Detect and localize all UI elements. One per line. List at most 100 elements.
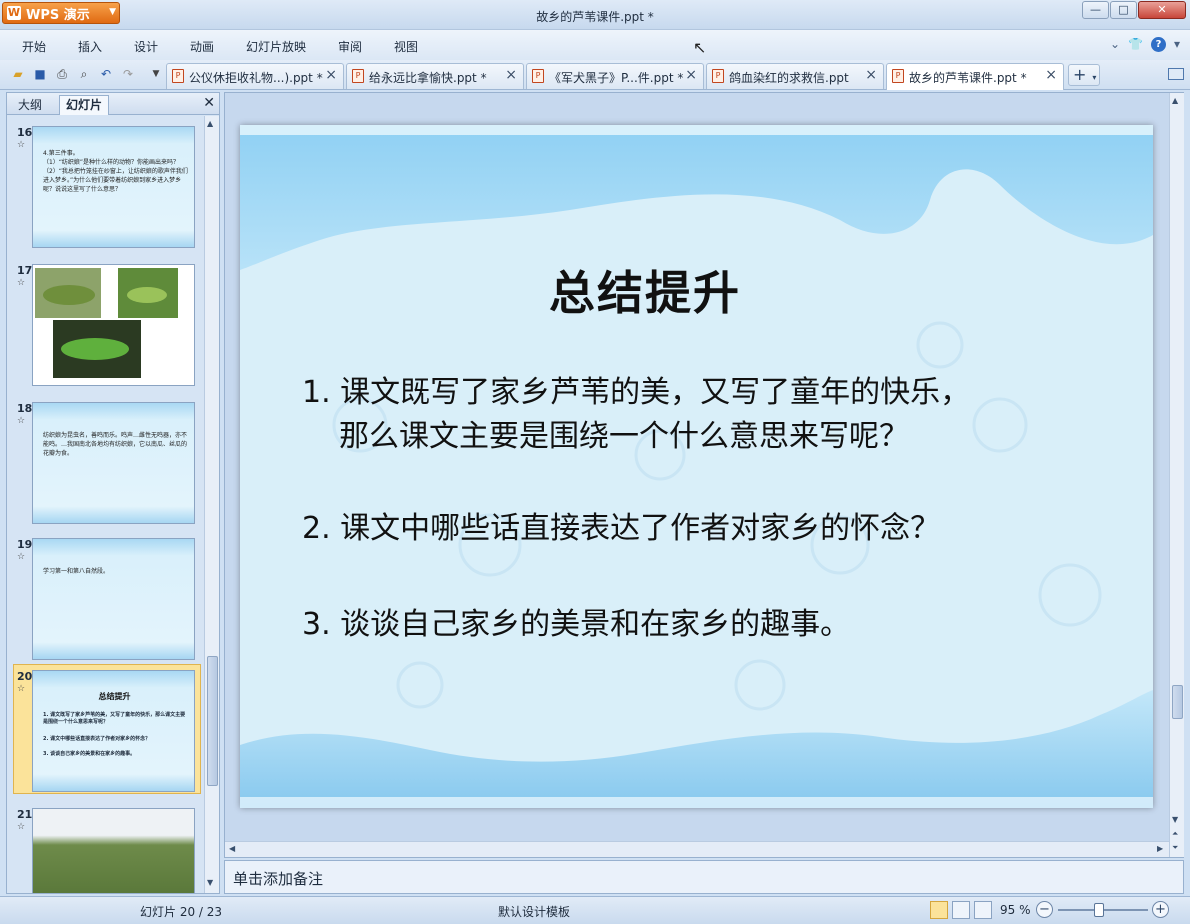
menu-animation[interactable]: 动画: [190, 38, 214, 55]
doc-tab-1[interactable]: P 公仪休拒收礼物...).ppt * ×: [166, 63, 344, 89]
question-2[interactable]: 2. 课文中哪些话直接表达了作者对家乡的怀念？: [302, 507, 1102, 551]
zoom-in-icon[interactable]: +: [1152, 901, 1169, 918]
thumbnail-20[interactable]: 20 ☆ 总结提升 1. 课文既写了家乡芦苇的美，又写了童年的快乐，那么课文主要…: [7, 664, 203, 796]
slides-pane: 大纲 幻灯片 ✕ 16 ☆ 4.第三件事。 （1）“纺织娘”是种什么样的动物？你…: [6, 92, 220, 894]
insect-photos-image: [35, 268, 178, 378]
print-icon[interactable]: ⎙: [54, 66, 70, 82]
ppt-file-icon: P: [172, 69, 184, 83]
mouse-cursor-icon: ↖: [693, 38, 707, 57]
question-1-line-1[interactable]: 1. 课文既写了家乡芦苇的美，又写了童年的快乐，: [302, 371, 1102, 415]
ppt-file-icon: P: [352, 69, 364, 83]
close-pane-icon[interactable]: ✕: [203, 95, 215, 111]
design-template[interactable]: 默认设计模板: [498, 903, 570, 920]
animation-star-icon: ☆: [17, 684, 26, 694]
window-layout-icon[interactable]: [1168, 68, 1184, 80]
tab-slides[interactable]: 幻灯片: [59, 95, 110, 115]
maximize-button[interactable]: □: [1110, 1, 1137, 19]
close-window-button[interactable]: ✕: [1138, 1, 1186, 19]
quick-toolbar: ▰ ■ ⎙ ⌕ ↶ ↷ ▼ P 公仪休拒收礼物...).ppt * × P 给永…: [0, 60, 1190, 90]
close-tab-icon[interactable]: ×: [505, 67, 517, 83]
slide-title[interactable]: 总结提升: [240, 257, 1050, 323]
thumbnail-line: 2. 课文中哪些话直接表达了作者对家乡的怀念？: [43, 736, 151, 742]
animation-star-icon: ☆: [17, 416, 26, 426]
thumbnail-21[interactable]: 21 ☆: [7, 802, 203, 893]
thumbnail-text: 学习第一和第八自然段。: [43, 568, 110, 575]
slide-sorter-icon[interactable]: [952, 901, 970, 919]
minimize-button[interactable]: —: [1082, 1, 1109, 19]
menu-review[interactable]: 审阅: [338, 38, 362, 55]
skin-icon[interactable]: 👕: [1128, 37, 1143, 52]
chevron-down-icon[interactable]: ▾: [1174, 37, 1180, 52]
slide-editor: 总结提升 1. 课文既写了家乡芦苇的美，又写了童年的快乐， 那么课文主要是围绕一…: [224, 92, 1184, 858]
close-tab-icon[interactable]: ×: [325, 67, 337, 83]
thumbnail-16[interactable]: 16 ☆ 4.第三件事。 （1）“纺织娘”是种什么样的动物？你能画出来吗？ （2…: [7, 120, 203, 250]
menu-bar: 开始 插入 设计 动画 幻灯片放映 审阅 视图 ⌄ 👕 ? ▾: [0, 30, 1190, 60]
scroll-down-icon[interactable]: ▼: [207, 878, 213, 887]
open-folder-icon[interactable]: ▰: [10, 66, 26, 82]
reed-field-image: [32, 808, 195, 893]
slide-thumbnail: 4.第三件事。 （1）“纺织娘”是种什么样的动物？你能画出来吗？ （2）“我总把…: [32, 126, 195, 248]
thumbnail-text: 纺织娘为昆虫名，善鸣而乐。鸣声…雌性无鸣器，亦不能鸣。…我国南北各地均有纺织娘，…: [43, 432, 188, 457]
save-icon[interactable]: ■: [32, 66, 48, 82]
collapse-ribbon-icon[interactable]: ⌄: [1110, 37, 1120, 52]
slide-number: 20: [17, 670, 33, 683]
undo-icon[interactable]: ↶: [98, 66, 114, 82]
scroll-down-icon[interactable]: ▼: [1172, 815, 1178, 824]
zoom-out-icon[interactable]: −: [1036, 901, 1053, 918]
redo-icon[interactable]: ↷: [120, 66, 136, 82]
slide-canvas[interactable]: 总结提升 1. 课文既写了家乡芦苇的美，又写了童年的快乐， 那么课文主要是围绕一…: [240, 125, 1153, 808]
slide-number: 18: [17, 402, 33, 415]
animation-star-icon: ☆: [17, 278, 26, 288]
doc-tab-active[interactable]: P 故乡的芦苇课件.ppt * ×: [886, 63, 1064, 90]
horizontal-scrollbar[interactable]: ◀ ▶: [225, 841, 1169, 857]
scroll-right-icon[interactable]: ▶: [1157, 844, 1163, 853]
thumbnail-18[interactable]: 18 ☆ 纺织娘为昆虫名，善鸣而乐。鸣声…雌性无鸣器，亦不能鸣。…我国南北各地均…: [7, 396, 203, 526]
thumbnail-line: 1. 课文既写了家乡芦苇的美，又写了童年的快乐，那么课文主要是围绕一个什么意思来…: [43, 712, 186, 725]
scrollbar-thumb[interactable]: [207, 656, 218, 786]
scroll-left-icon[interactable]: ◀: [229, 844, 235, 853]
next-slide-icon[interactable]: ⏷: [1172, 843, 1178, 853]
menu-home[interactable]: 开始: [22, 38, 46, 55]
menu-insert[interactable]: 插入: [78, 38, 102, 55]
zoom-slider-knob[interactable]: [1094, 903, 1104, 917]
menu-view[interactable]: 视图: [394, 38, 418, 55]
tab-outline[interactable]: 大纲: [11, 95, 49, 115]
slide-thumbnail: 总结提升 1. 课文既写了家乡芦苇的美，又写了童年的快乐，那么课文主要是围绕一个…: [32, 670, 195, 792]
thumbnail-19[interactable]: 19 ☆ 学习第一和第八自然段。: [7, 532, 203, 662]
menu-slideshow[interactable]: 幻灯片放映: [246, 38, 306, 55]
menu-right-tools: ⌄ 👕 ? ▾: [1110, 37, 1180, 52]
previous-slide-icon[interactable]: ⏶: [1172, 829, 1178, 839]
slideshow-view-icon[interactable]: [974, 901, 992, 919]
ppt-file-icon: P: [712, 69, 724, 83]
scroll-up-icon[interactable]: ▲: [1172, 96, 1178, 105]
notes-placeholder[interactable]: 单击添加备注: [233, 868, 323, 889]
doc-tab-3[interactable]: P 《军犬黑子》P...件.ppt * ×: [526, 63, 704, 89]
notes-pane[interactable]: 单击添加备注: [224, 860, 1184, 894]
close-tab-icon[interactable]: ×: [685, 67, 697, 83]
normal-view-icon[interactable]: [930, 901, 948, 919]
doc-tab-4[interactable]: P 鸽血染红的求救信.ppt ×: [706, 63, 884, 89]
scrollbar-thumb[interactable]: [1172, 685, 1183, 719]
tab-label: 鸽血染红的求救信.ppt: [729, 71, 849, 85]
pane-tabs: 大纲 幻灯片 ✕: [7, 93, 219, 115]
vertical-scrollbar[interactable]: ▲ ▼ ⏶ ⏷: [1169, 93, 1184, 857]
slide-number: 19: [17, 538, 33, 551]
print-preview-icon[interactable]: ⌕: [76, 66, 92, 82]
close-tab-icon[interactable]: ×: [865, 67, 877, 83]
thumbnail-17[interactable]: 17 ☆: [7, 258, 203, 388]
slide-counter: 幻灯片 20 / 23: [140, 905, 223, 919]
thumbnail-scrollbar[interactable]: ▲ ▼: [204, 116, 219, 893]
help-icon[interactable]: ?: [1150, 37, 1166, 52]
question-1-line-2[interactable]: 那么课文主要是围绕一个什么意思来写呢？: [339, 415, 1139, 459]
question-3[interactable]: 3. 谈谈自己家乡的美景和在家乡的趣事。: [302, 603, 1102, 647]
title-bar: W WPS 演示 ▼ 故乡的芦苇课件.ppt * — □ ✕: [0, 0, 1190, 30]
doc-tab-2[interactable]: P 给永远比拿愉快.ppt * ×: [346, 63, 524, 89]
animation-star-icon: ☆: [17, 552, 26, 562]
scroll-up-icon[interactable]: ▲: [207, 119, 213, 128]
close-tab-icon[interactable]: ×: [1045, 67, 1057, 83]
menu-design[interactable]: 设计: [134, 38, 158, 55]
new-tab-button[interactable]: + ▾: [1068, 64, 1100, 86]
status-bar: 幻灯片 20 / 23 默认设计模板 95 % − +: [0, 896, 1190, 924]
zoom-level[interactable]: 95 %: [1000, 903, 1031, 917]
customize-toolbar-icon[interactable]: ▼: [148, 66, 164, 82]
